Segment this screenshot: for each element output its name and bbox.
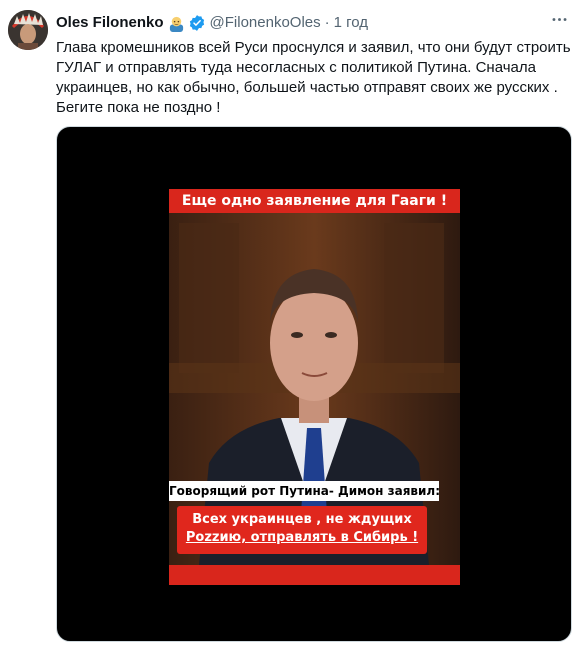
author-name[interactable]: Oles Filonenko <box>56 13 164 33</box>
author-handle[interactable]: @FilonenkoOles <box>210 13 321 33</box>
avatar[interactable] <box>8 10 48 50</box>
video-caption-quote-line2: Рozzию, отправлять в Сибирь ! <box>185 530 419 545</box>
more-options-button[interactable] <box>547 10 571 34</box>
video-frame: Еще одно заявление для Гааги ! Говорящий… <box>169 189 460 585</box>
separator-dot: · <box>324 14 330 31</box>
video-banner-top: Еще одно заявление для Гааги ! <box>169 189 460 213</box>
verified-badge-icon <box>188 14 206 32</box>
tweet-media-video[interactable]: Еще одно заявление для Гааги ! Говорящий… <box>56 126 572 642</box>
person-bald-emoji-icon <box>168 15 185 32</box>
video-caption-speaker: Говорящий рот Путина- Димон заявил: <box>169 481 440 501</box>
video-caption-quote: Всех украинцев , не ждущих Рozzию, отпра… <box>177 506 427 554</box>
avatar-image <box>8 10 48 50</box>
video-caption-quote-line1: Всех украинцев , не ждущих <box>192 512 412 527</box>
tweet-timestamp[interactable]: 1 год <box>334 13 368 33</box>
more-options-icon <box>550 10 569 34</box>
tweet-text: Глава кромешников всей Руси проснулся и … <box>56 39 575 116</box>
video-banner-bottom <box>169 565 460 585</box>
tweet-header: Oles Filonenko @FilonenkoOles · 1 год <box>56 13 368 33</box>
